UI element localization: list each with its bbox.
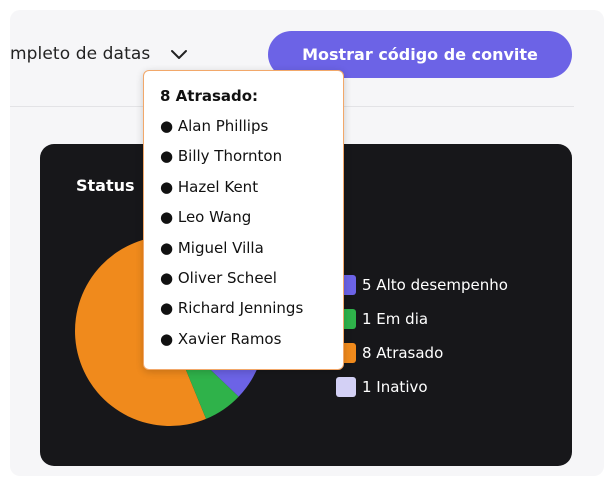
legend-label: 8 Atrasado	[362, 344, 444, 362]
tooltip-list-item: ● Oliver Scheel	[160, 268, 277, 287]
chevron-down-icon	[171, 50, 188, 59]
legend-item-inativo[interactable]: 1 Inativo	[336, 370, 508, 404]
chart-legend: 5 Alto desempenho 1 Em dia 8 Atrasado 1 …	[336, 268, 508, 404]
tooltip-list-item: ● Alan Phillips	[160, 117, 269, 135]
legend-label: 1 Inativo	[362, 378, 428, 396]
tooltip-list-item: ● Hazel Kent	[160, 177, 259, 196]
legend-item-em-dia[interactable]: 1 Em dia	[336, 302, 508, 336]
tooltip-atrasado: 8 Atrasado: ● Alan Phillips ● Billy Thor…	[143, 70, 344, 370]
legend-item-alto-desempenho[interactable]: 5 Alto desempenho	[336, 268, 508, 302]
legend-label: 5 Alto desempenho	[362, 276, 508, 294]
tooltip-list-item: ● Billy Thornton	[160, 147, 283, 166]
legend-label: 1 Em dia	[362, 310, 429, 328]
tooltip-title: 8 Atrasado:	[160, 87, 259, 105]
tooltip-list-item: ● Miguel Villa	[160, 238, 264, 257]
legend-item-atrasado[interactable]: 8 Atrasado	[336, 336, 508, 370]
tooltip-list-item: ● Richard Jennings	[160, 299, 304, 318]
legend-swatch	[336, 377, 356, 397]
tooltip-list-item: ● Xavier Ramos	[160, 329, 282, 348]
tooltip-list-item: ● Leo Wang	[160, 208, 252, 227]
date-range-select-value: mpleto de datas	[10, 44, 151, 64]
